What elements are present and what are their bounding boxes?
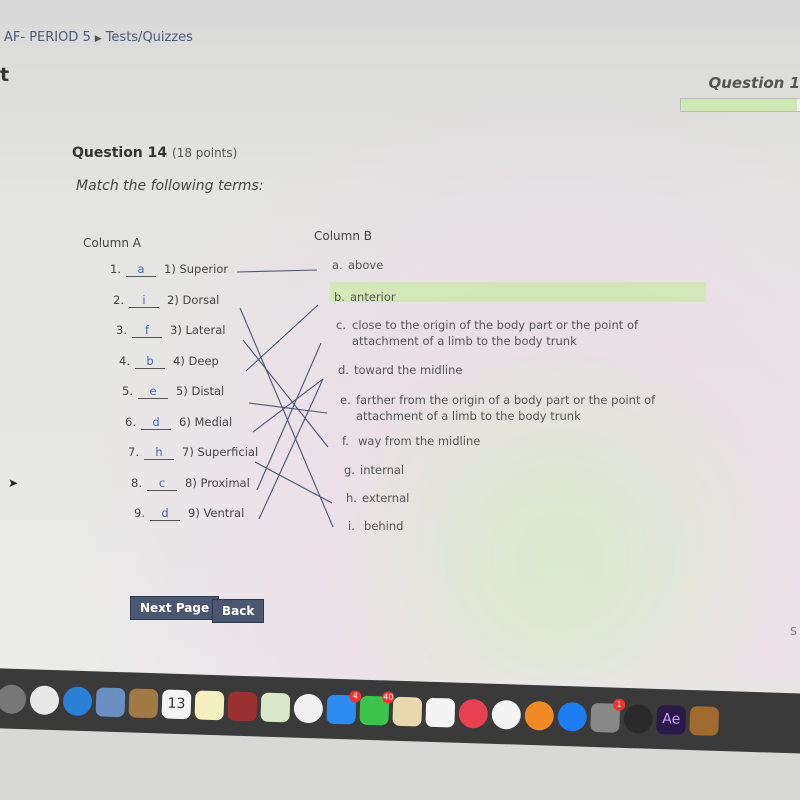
messages-icon[interactable]: 4 [326, 689, 362, 725]
news-icon[interactable] [458, 698, 489, 729]
edge-text: S [790, 625, 797, 638]
line-superior [236, 269, 318, 273]
safari-icon[interactable] [62, 685, 93, 716]
notefile-icon[interactable] [128, 687, 159, 718]
next-page-button[interactable]: Next Page [130, 596, 220, 620]
photo-booth-icon[interactable] [227, 690, 258, 721]
photos-icon[interactable] [293, 693, 324, 723]
system-preferences-icon[interactable]: 1 [590, 698, 626, 733]
line-proximal [256, 342, 322, 491]
browser-page: AF- PERIOD 5 ▶ Tests/Quizzes t Question 1 … [0, 0, 800, 680]
maps-icon[interactable] [260, 692, 291, 722]
launchpad-icon[interactable] [0, 683, 27, 714]
app-store-icon[interactable] [557, 701, 588, 732]
drawn-match-lines [236, 269, 334, 528]
calendar-label: 13 [167, 695, 186, 713]
after-effects-icon[interactable]: Ae [656, 704, 687, 735]
mail-icon[interactable] [95, 686, 126, 717]
garageband-icon[interactable] [689, 705, 720, 736]
line-deep [245, 304, 319, 372]
line-medial [252, 378, 324, 433]
music-icon[interactable] [491, 699, 522, 730]
notification-badge: 1 [612, 698, 626, 711]
books-icon[interactable] [524, 700, 555, 731]
after-effects-label: Ae [661, 711, 681, 728]
line-distal [248, 402, 328, 414]
obs-icon[interactable] [623, 703, 654, 734]
facetime-icon[interactable]: 40 [359, 690, 395, 726]
line-dorsal [239, 307, 334, 528]
numbers-icon[interactable] [425, 697, 456, 728]
preview-icon[interactable] [392, 696, 423, 727]
notes-icon[interactable] [194, 689, 225, 720]
mouse-cursor-icon: ➤ [8, 476, 19, 490]
back-button[interactable]: Back [212, 599, 265, 623]
calendar-icon[interactable]: 13 [161, 688, 192, 719]
chrome-icon[interactable] [29, 684, 60, 715]
